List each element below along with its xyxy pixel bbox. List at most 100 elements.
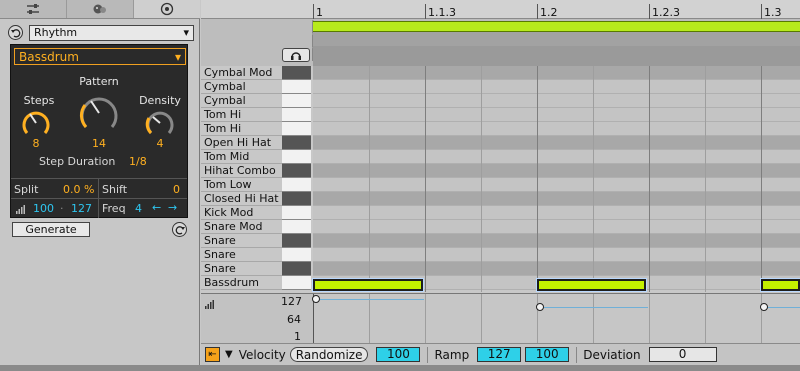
lane-name[interactable]: Tom Mid — [201, 150, 282, 164]
rhythm-generator-device: Bassdrum ▾ Pattern Steps Density 8 14 4 … — [10, 44, 188, 218]
midi-note[interactable] — [537, 279, 646, 291]
steps-knob[interactable] — [20, 107, 52, 139]
ruler-label: 1 — [316, 6, 323, 19]
step-duration-value[interactable]: 1/8 — [129, 155, 147, 168]
velocity-field[interactable]: 100 — [376, 347, 421, 362]
velocity-high-value[interactable]: 127 — [71, 202, 92, 215]
grid-line — [481, 294, 482, 344]
piano-key[interactable] — [282, 122, 311, 136]
range-dot: · — [60, 202, 64, 215]
generator-mode-select[interactable]: Rhythm ▾ — [29, 24, 194, 41]
ruler-tick — [537, 4, 538, 19]
ramp-start-field[interactable]: 127 — [477, 347, 522, 362]
freq-value[interactable]: 4 — [135, 202, 142, 215]
grid-line — [649, 294, 650, 344]
start-end-strip[interactable] — [313, 32, 800, 46]
velocity-max-label: 127 — [281, 295, 302, 308]
grid-line — [593, 294, 594, 344]
lane-name[interactable]: Cymbal — [201, 80, 282, 94]
piano-key[interactable] — [282, 164, 311, 178]
shift-value[interactable]: 0 — [173, 183, 180, 196]
triangle-down-icon[interactable]: ▼ — [225, 349, 233, 360]
preview-button[interactable] — [282, 48, 310, 62]
piano-key[interactable] — [282, 108, 311, 122]
piano-key[interactable] — [282, 220, 311, 234]
grid-line — [369, 294, 370, 344]
note-grid[interactable] — [313, 66, 800, 292]
lane-name[interactable]: Bassdrum — [201, 276, 282, 290]
lane-name[interactable]: Tom Hi — [201, 108, 282, 122]
lane-name[interactable]: Cymbal Mod — [201, 66, 282, 80]
divider — [98, 179, 99, 198]
piano-key[interactable] — [282, 94, 311, 108]
shift-label: Shift — [102, 183, 128, 196]
grid-line — [369, 66, 370, 292]
reset-button[interactable] — [8, 25, 23, 40]
grid-line — [649, 66, 650, 292]
lane-name[interactable]: Hihat Combo — [201, 164, 282, 178]
generate-button[interactable]: Generate — [12, 222, 90, 237]
pattern-preset-select[interactable]: Bassdrum ▾ — [14, 48, 186, 65]
velocity-grid[interactable] — [312, 294, 800, 344]
grid-lane — [313, 136, 800, 150]
piano-key[interactable] — [282, 136, 311, 150]
velocity-handle[interactable] — [536, 303, 544, 311]
regenerate-button[interactable] — [172, 222, 187, 237]
lane-name[interactable]: Kick Mod — [201, 206, 282, 220]
velocity-bars-icon — [16, 205, 25, 214]
lane-name[interactable]: Snare — [201, 262, 282, 276]
grid-lane — [313, 80, 800, 94]
grid-line — [593, 66, 594, 292]
velocity-low-value[interactable]: 100 — [33, 202, 54, 215]
piano-key[interactable] — [282, 234, 311, 248]
lane-name[interactable]: Tom Hi — [201, 122, 282, 136]
timeline-ruler[interactable]: 1 1.1.3 1.2 1.2.3 1.3 — [201, 0, 800, 19]
piano-key[interactable] — [282, 262, 311, 276]
grid-lane — [313, 206, 800, 220]
status-strip — [0, 365, 800, 371]
lane-name[interactable]: Closed Hi Hat — [201, 192, 282, 206]
pattern-knob[interactable] — [77, 91, 121, 135]
arrow-left-icon[interactable]: ← — [152, 201, 161, 214]
piano-key[interactable] — [282, 192, 311, 206]
piano-key[interactable] — [282, 276, 311, 290]
chevron-down-icon: ▾ — [183, 26, 189, 39]
density-label: Density — [139, 94, 181, 107]
ramp-end-field[interactable]: 100 — [525, 347, 570, 362]
velocity-handle[interactable] — [312, 295, 320, 303]
ruler-tick — [425, 4, 426, 19]
midi-note[interactable] — [761, 279, 800, 291]
tab-parameters[interactable] — [0, 0, 67, 18]
lane-name[interactable]: Open Hi Hat — [201, 136, 282, 150]
piano-key[interactable] — [282, 248, 311, 262]
split-value[interactable]: 0.0 % — [63, 183, 94, 196]
piano-key[interactable] — [282, 178, 311, 192]
piano-key[interactable] — [282, 80, 311, 94]
refresh-icon — [175, 225, 185, 234]
piano-key[interactable] — [282, 150, 311, 164]
piano-key[interactable] — [282, 206, 311, 220]
lane-name[interactable]: Snare — [201, 248, 282, 262]
density-knob[interactable] — [144, 107, 176, 139]
velocity-handle[interactable] — [760, 303, 768, 311]
randomize-button[interactable]: Randomize — [289, 347, 369, 362]
lane-name[interactable]: Cymbal — [201, 94, 282, 108]
grid-lane — [313, 262, 800, 276]
fold-button[interactable]: ⇤ — [205, 347, 220, 362]
lane-name[interactable]: Snare — [201, 234, 282, 248]
scrub-area[interactable] — [313, 46, 800, 66]
steps-label: Steps — [23, 94, 55, 107]
midi-note[interactable] — [313, 279, 423, 291]
divider — [427, 346, 429, 363]
lane-name[interactable]: Snare Mod — [201, 220, 282, 234]
loop-brace[interactable] — [313, 21, 800, 32]
deviation-field[interactable]: 0 — [648, 347, 717, 362]
dice-icon — [93, 4, 106, 14]
tab-random[interactable] — [67, 0, 134, 18]
lane-name[interactable]: Tom Low — [201, 178, 282, 192]
piano-key[interactable] — [282, 66, 311, 80]
arrow-right-icon[interactable]: → — [168, 201, 177, 214]
tab-generator[interactable] — [134, 0, 200, 18]
ramp-label: Ramp — [434, 347, 470, 362]
target-icon — [160, 2, 174, 16]
